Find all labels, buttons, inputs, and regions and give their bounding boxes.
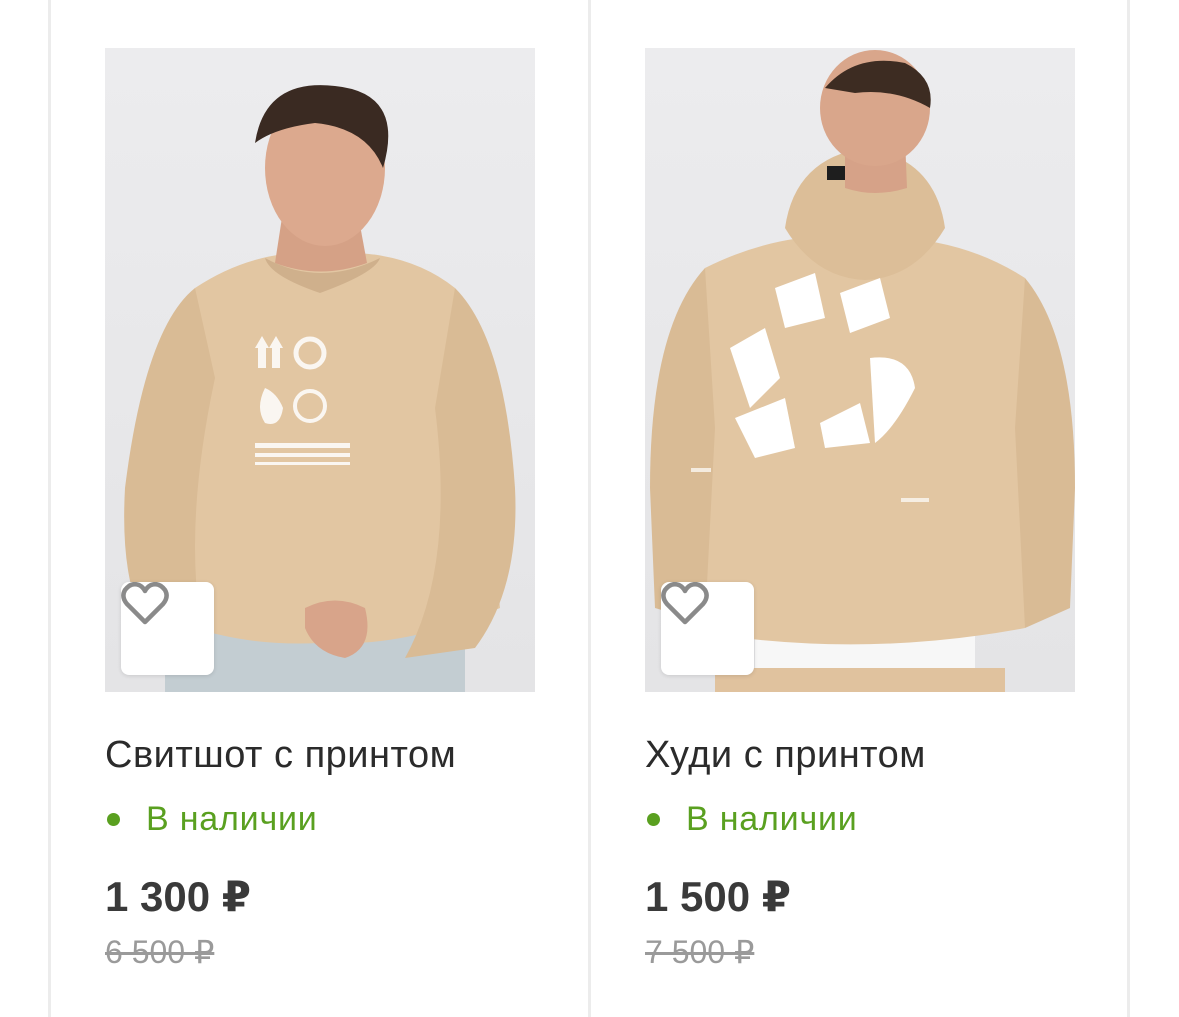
availability-dot-icon [107,813,120,826]
product-photo-sweatshirt[interactable] [105,48,535,692]
product-title[interactable]: Худи с принтом [645,734,926,777]
grid-divider-left [48,0,51,1017]
availability-label: В наличии [686,800,858,838]
availability-dot-icon [647,813,660,826]
heart-outline-icon [121,582,169,625]
product-title[interactable]: Свитшот с принтом [105,734,456,777]
availability-status: В наличии [105,800,318,839]
availability-status: В наличии [645,800,858,839]
favorite-button[interactable] [121,582,214,675]
availability-label: В наличии [146,800,318,838]
product-old-price: 6 500 ₽ [105,934,215,970]
product-photo-hoodie[interactable] [645,48,1075,692]
grid-divider-right [1127,0,1130,1017]
product-old-price: 7 500 ₽ [645,934,755,970]
product-price: 1 300 ₽ [105,873,251,920]
favorite-button[interactable] [661,582,754,675]
heart-outline-icon [661,582,709,625]
product-price: 1 500 ₽ [645,873,791,920]
grid-divider-middle [588,0,591,1017]
